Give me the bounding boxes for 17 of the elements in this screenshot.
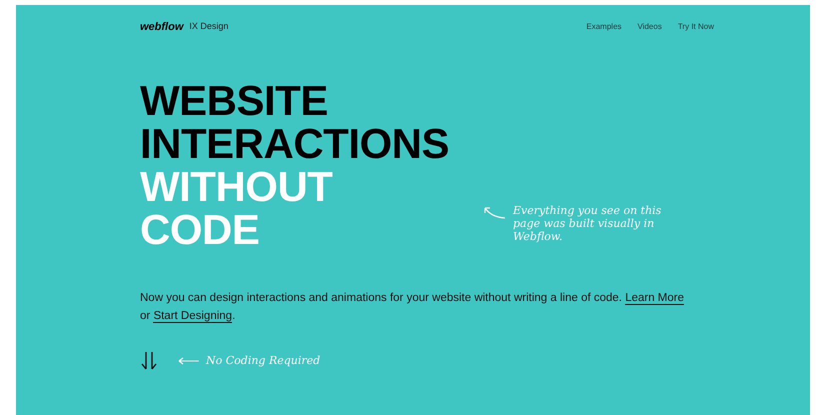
start-designing-link[interactable]: Start Designing bbox=[153, 310, 232, 323]
headline-line: WITHOUT bbox=[140, 165, 334, 208]
learn-more-link[interactable]: Learn More bbox=[625, 292, 684, 305]
scroll-hint: No Coding Required bbox=[206, 352, 320, 369]
headline-line: WEBSITE bbox=[140, 79, 329, 122]
logo[interactable]: webflow bbox=[140, 18, 184, 36]
headline-line: INTERACTIONS bbox=[140, 122, 449, 165]
headline-line: CODE bbox=[140, 208, 260, 251]
intro-paragraph: Now you can design interactions and animations for your website without writing a line of code. Learn More or Start Designing. bbox=[140, 291, 685, 325]
nav-link[interactable]: Try It Now bbox=[678, 21, 714, 33]
double-down-arrow-icon[interactable] bbox=[140, 351, 158, 371]
nav-link[interactable]: Examples bbox=[586, 21, 622, 33]
annotation-note: Everything you see on this page was built visually in Webflow. bbox=[513, 204, 662, 243]
nav-link[interactable]: Videos bbox=[638, 21, 662, 33]
left-arrow-icon bbox=[178, 357, 200, 365]
product-name: IX Design bbox=[189, 20, 228, 34]
curved-arrow-icon bbox=[483, 206, 507, 220]
